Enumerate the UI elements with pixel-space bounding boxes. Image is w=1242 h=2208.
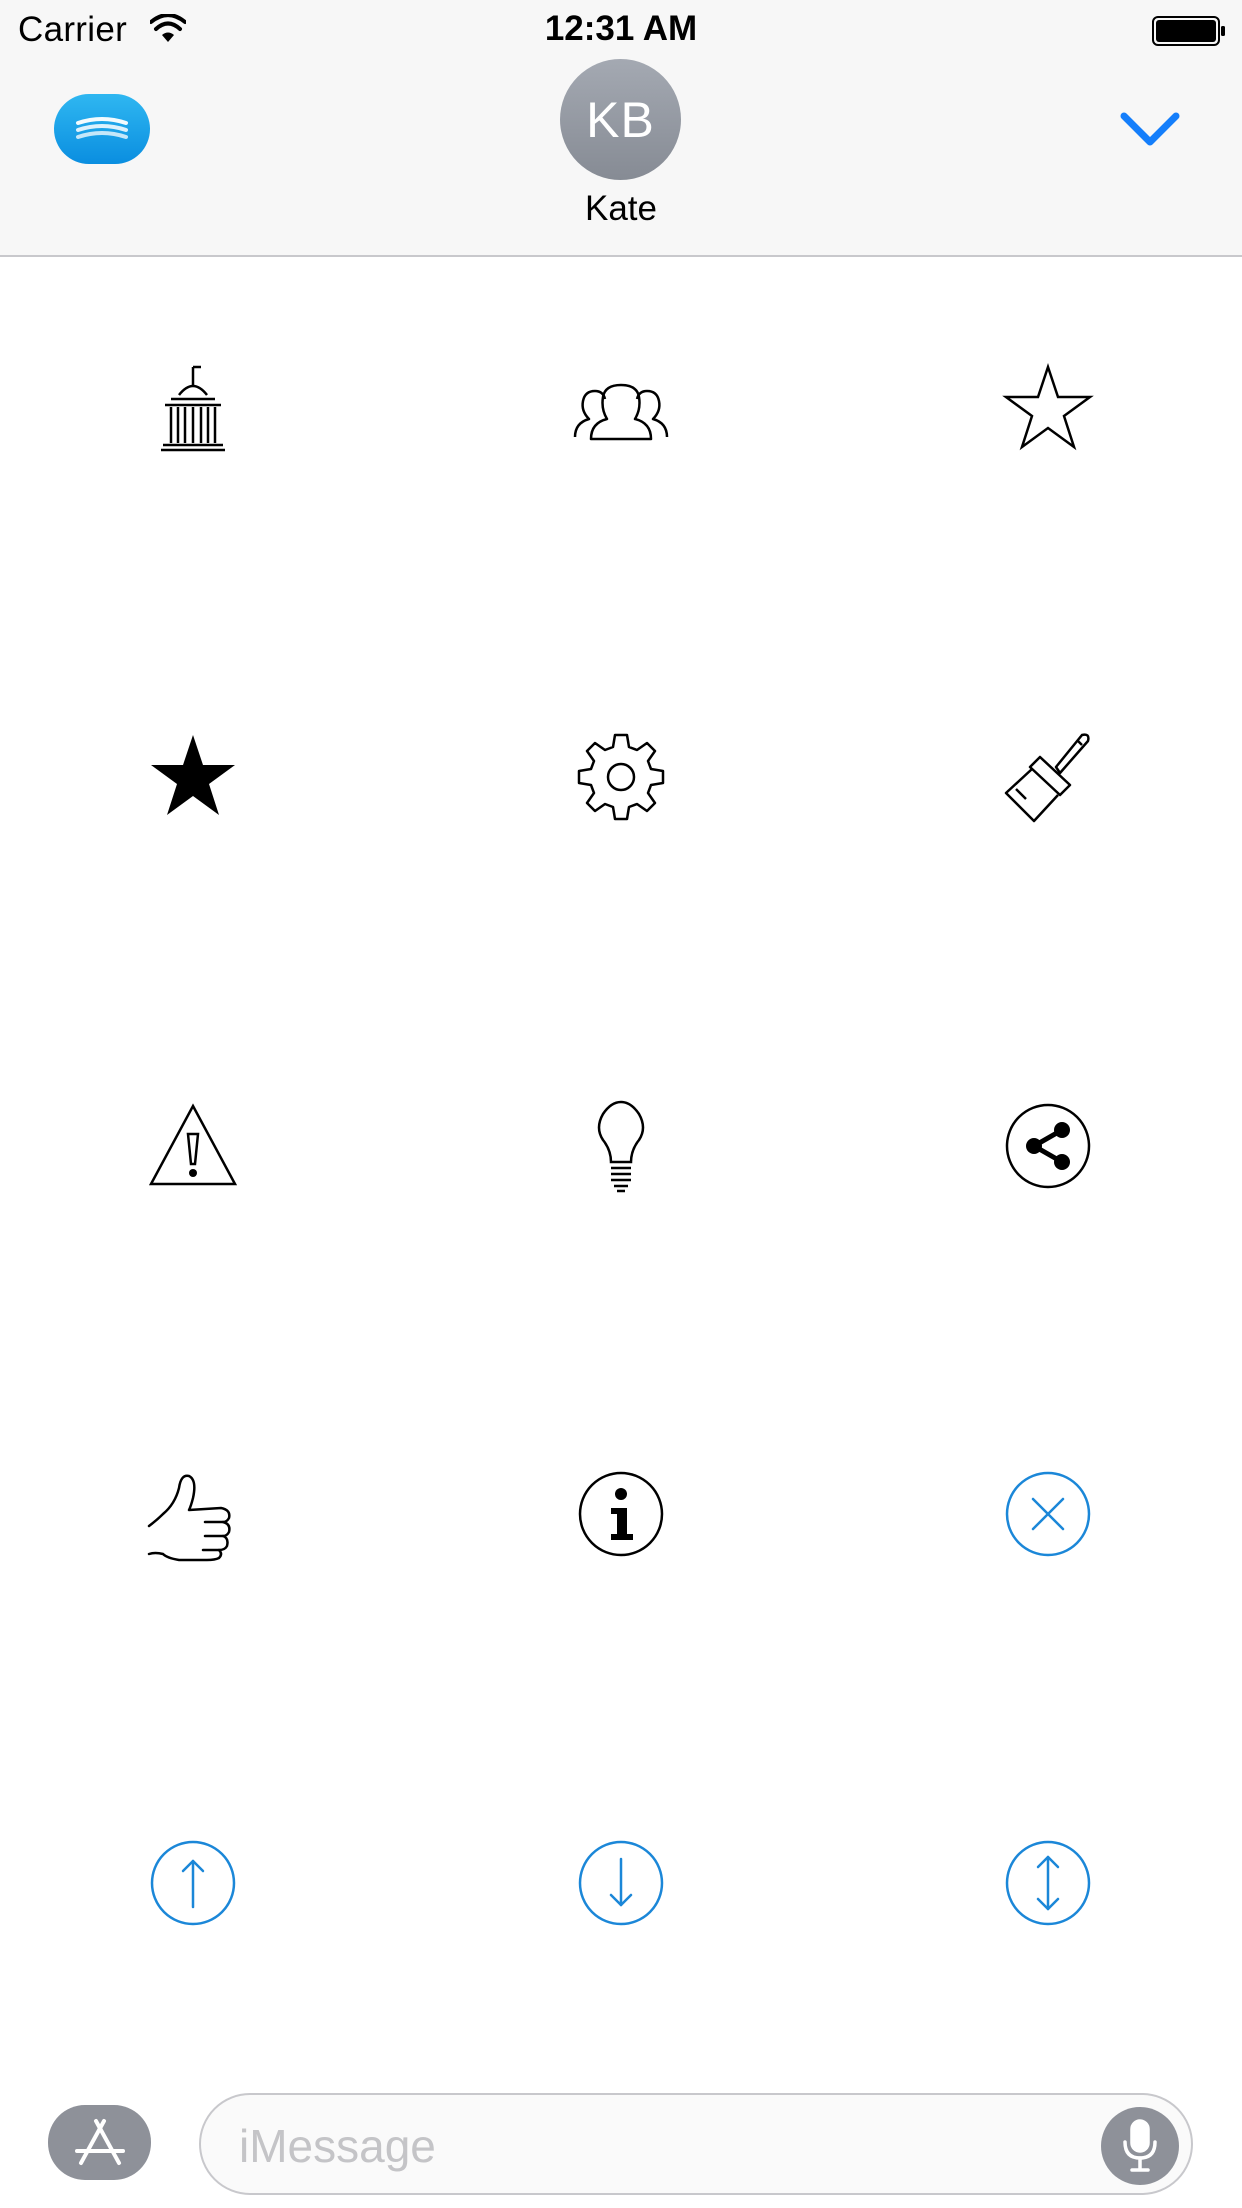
sticker-star-filled[interactable]: [123, 707, 263, 847]
paintbrush-icon: [1004, 733, 1090, 823]
sticker-thumbs-up[interactable]: [123, 1444, 263, 1584]
contact-avatar[interactable]: KB: [560, 59, 681, 180]
group-users-icon: [573, 383, 669, 441]
lightbulb-icon: [597, 1100, 645, 1193]
sticker-paintbrush[interactable]: [978, 707, 1118, 847]
arrow-up-circle-icon: [150, 1840, 236, 1926]
capitol-building-icon: [161, 365, 225, 452]
sticker-icon-grid: [0, 257, 1242, 2093]
contact-name[interactable]: Kate: [0, 189, 1242, 229]
contact-initials: KB: [586, 91, 655, 148]
sticker-star-outline[interactable]: [978, 339, 1118, 479]
app-store-button[interactable]: [48, 2105, 151, 2180]
battery-icon: [1152, 16, 1225, 46]
chevron-down-icon[interactable]: [1118, 106, 1182, 152]
close-circle-icon: [1005, 1471, 1091, 1557]
imessage-input[interactable]: iMessage: [199, 2093, 1193, 2195]
status-time: 12:31 AM: [544, 9, 698, 48]
sticker-arrow-up[interactable]: [123, 1813, 263, 1953]
gear-icon: [577, 733, 665, 821]
conversation-header: Carrier 12:31 AM KB Kate: [0, 0, 1242, 257]
microphone-icon: [1123, 2119, 1157, 2172]
sticker-info[interactable]: [551, 1444, 691, 1584]
sticker-lightbulb[interactable]: [551, 1076, 691, 1216]
star-outline-icon: [1002, 363, 1094, 451]
arrow-up-down-circle-icon: [1005, 1840, 1091, 1926]
compose-bar: iMessage: [0, 2093, 1242, 2208]
app-drawer-icon: [76, 117, 128, 139]
sticker-share[interactable]: [978, 1076, 1118, 1216]
imessage-placeholder: iMessage: [239, 2120, 436, 2172]
microphone-button[interactable]: [1101, 2107, 1179, 2185]
sticker-warning[interactable]: [123, 1076, 263, 1216]
share-icon: [1005, 1103, 1091, 1189]
sticker-capitol[interactable]: [123, 339, 263, 479]
imessage-app-screen: Carrier 12:31 AM KB Kate iMessage: [0, 0, 1242, 2208]
sticker-close-circle[interactable]: [978, 1444, 1118, 1584]
status-bar: Carrier 12:31 AM: [0, 0, 1242, 62]
sticker-group[interactable]: [551, 339, 691, 479]
sticker-arrow-up-down[interactable]: [978, 1813, 1118, 1953]
arrow-down-circle-icon: [578, 1840, 664, 1926]
sticker-gear[interactable]: [551, 707, 691, 847]
app-drawer-button[interactable]: [54, 94, 150, 164]
sticker-arrow-down[interactable]: [551, 1813, 691, 1953]
info-icon: [578, 1471, 664, 1557]
warning-icon: [148, 1103, 238, 1186]
app-store-icon: [74, 2118, 125, 2165]
star-filled-icon: [151, 735, 235, 815]
thumbs-up-icon: [147, 1474, 231, 1562]
